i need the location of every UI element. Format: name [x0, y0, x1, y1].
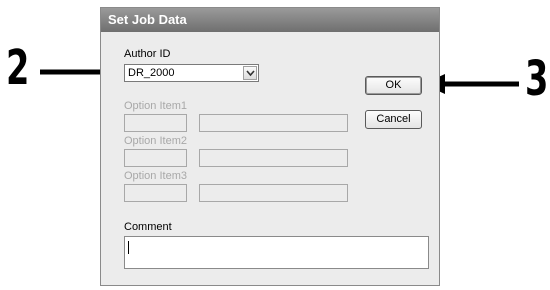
dialog-title: Set Job Data: [108, 12, 187, 27]
dialog-title-bar: Set Job Data: [101, 8, 439, 32]
option-item2-value-field: [199, 149, 348, 167]
option-item3-label: Option Item3: [124, 170, 187, 182]
option-item1-code-field: [124, 114, 187, 132]
text-caret: [128, 241, 129, 254]
option-item3-code-field: [124, 184, 187, 202]
callout-number-3: 3: [525, 51, 549, 107]
chevron-down-icon[interactable]: [243, 66, 257, 80]
callout-number-2: 2: [6, 40, 30, 96]
option-item1-label: Option Item1: [124, 100, 187, 112]
comment-field[interactable]: [124, 236, 429, 269]
author-id-label: Author ID: [124, 48, 171, 60]
option-item2-code-field: [124, 149, 187, 167]
comment-label: Comment: [124, 221, 172, 233]
option-item1-value-field: [199, 114, 348, 132]
option-item2-label: Option Item2: [124, 135, 187, 147]
set-job-data-dialog: Set Job Data Author ID DR_2000 OK Cancel…: [100, 7, 440, 286]
author-id-value: DR_2000: [128, 67, 175, 79]
author-id-dropdown[interactable]: DR_2000: [124, 64, 259, 82]
cancel-button[interactable]: Cancel: [365, 110, 422, 129]
ok-button[interactable]: OK: [365, 76, 422, 95]
option-item3-value-field: [199, 184, 348, 202]
